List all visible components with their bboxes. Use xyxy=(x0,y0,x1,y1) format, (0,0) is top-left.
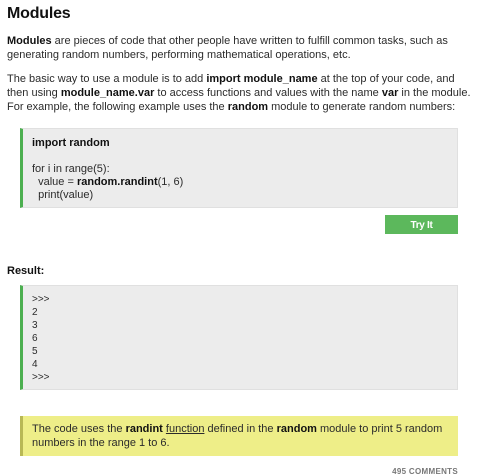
usage-text-5: For example, the following example uses … xyxy=(7,101,228,113)
comments-count-link[interactable]: 495 COMMENTS xyxy=(392,467,458,476)
intro-text: are pieces of code that other people hav… xyxy=(7,35,448,61)
code-example: import random for i in range(5): value =… xyxy=(20,128,458,208)
value-args: (1, 6) xyxy=(157,176,184,188)
result-line: 4 xyxy=(32,359,38,370)
usage-text-4: in the module. xyxy=(398,87,471,99)
modules-term: Modules xyxy=(7,35,52,47)
randint-term: randint xyxy=(125,423,163,435)
explanation-note: The code uses the randint function defin… xyxy=(20,416,458,456)
var-term: var xyxy=(381,87,399,99)
result-line: >>> xyxy=(32,294,50,305)
try-it-yourself-button[interactable]: Try It Yourself xyxy=(385,215,458,250)
code-line-value: value = random.randint(1, 6) xyxy=(32,175,457,188)
function-link[interactable]: function xyxy=(166,423,205,435)
result-line: 6 xyxy=(32,333,38,344)
note-text-2: defined in the xyxy=(204,423,277,435)
value-prefix: value = xyxy=(32,176,77,188)
result-line: 5 xyxy=(32,346,38,357)
note-text-1: The code uses the xyxy=(32,423,126,435)
result-label: Result: xyxy=(7,265,45,277)
result-line: 2 xyxy=(32,307,38,318)
code-line-print: print(value) xyxy=(32,189,94,201)
usage-text-3: to access functions and values with the … xyxy=(154,87,382,99)
random-module-term: random xyxy=(276,423,317,435)
usage-text-6: module to generate random numbers: xyxy=(268,101,456,113)
result-output: >>> 2 3 6 5 4 >>> xyxy=(20,285,458,390)
page-title: Modules xyxy=(7,5,71,22)
code-line-import: import random xyxy=(32,136,457,149)
result-line: >>> xyxy=(32,372,50,383)
usage-text-1: The basic way to use a module is to add xyxy=(7,73,207,85)
randint-call: random.randint xyxy=(76,176,158,188)
intro-paragraph: Modules are pieces of code that other pe… xyxy=(7,34,472,62)
import-statement: import random xyxy=(32,137,110,149)
usage-paragraph: The basic way to use a module is to add … xyxy=(7,72,472,114)
result-line: 3 xyxy=(32,320,38,331)
import-term: import module_name xyxy=(206,73,318,85)
code-line-for: for i in range(5): xyxy=(32,163,110,175)
module-var-term: module_name.var xyxy=(60,87,155,99)
random-term: random xyxy=(227,101,269,113)
